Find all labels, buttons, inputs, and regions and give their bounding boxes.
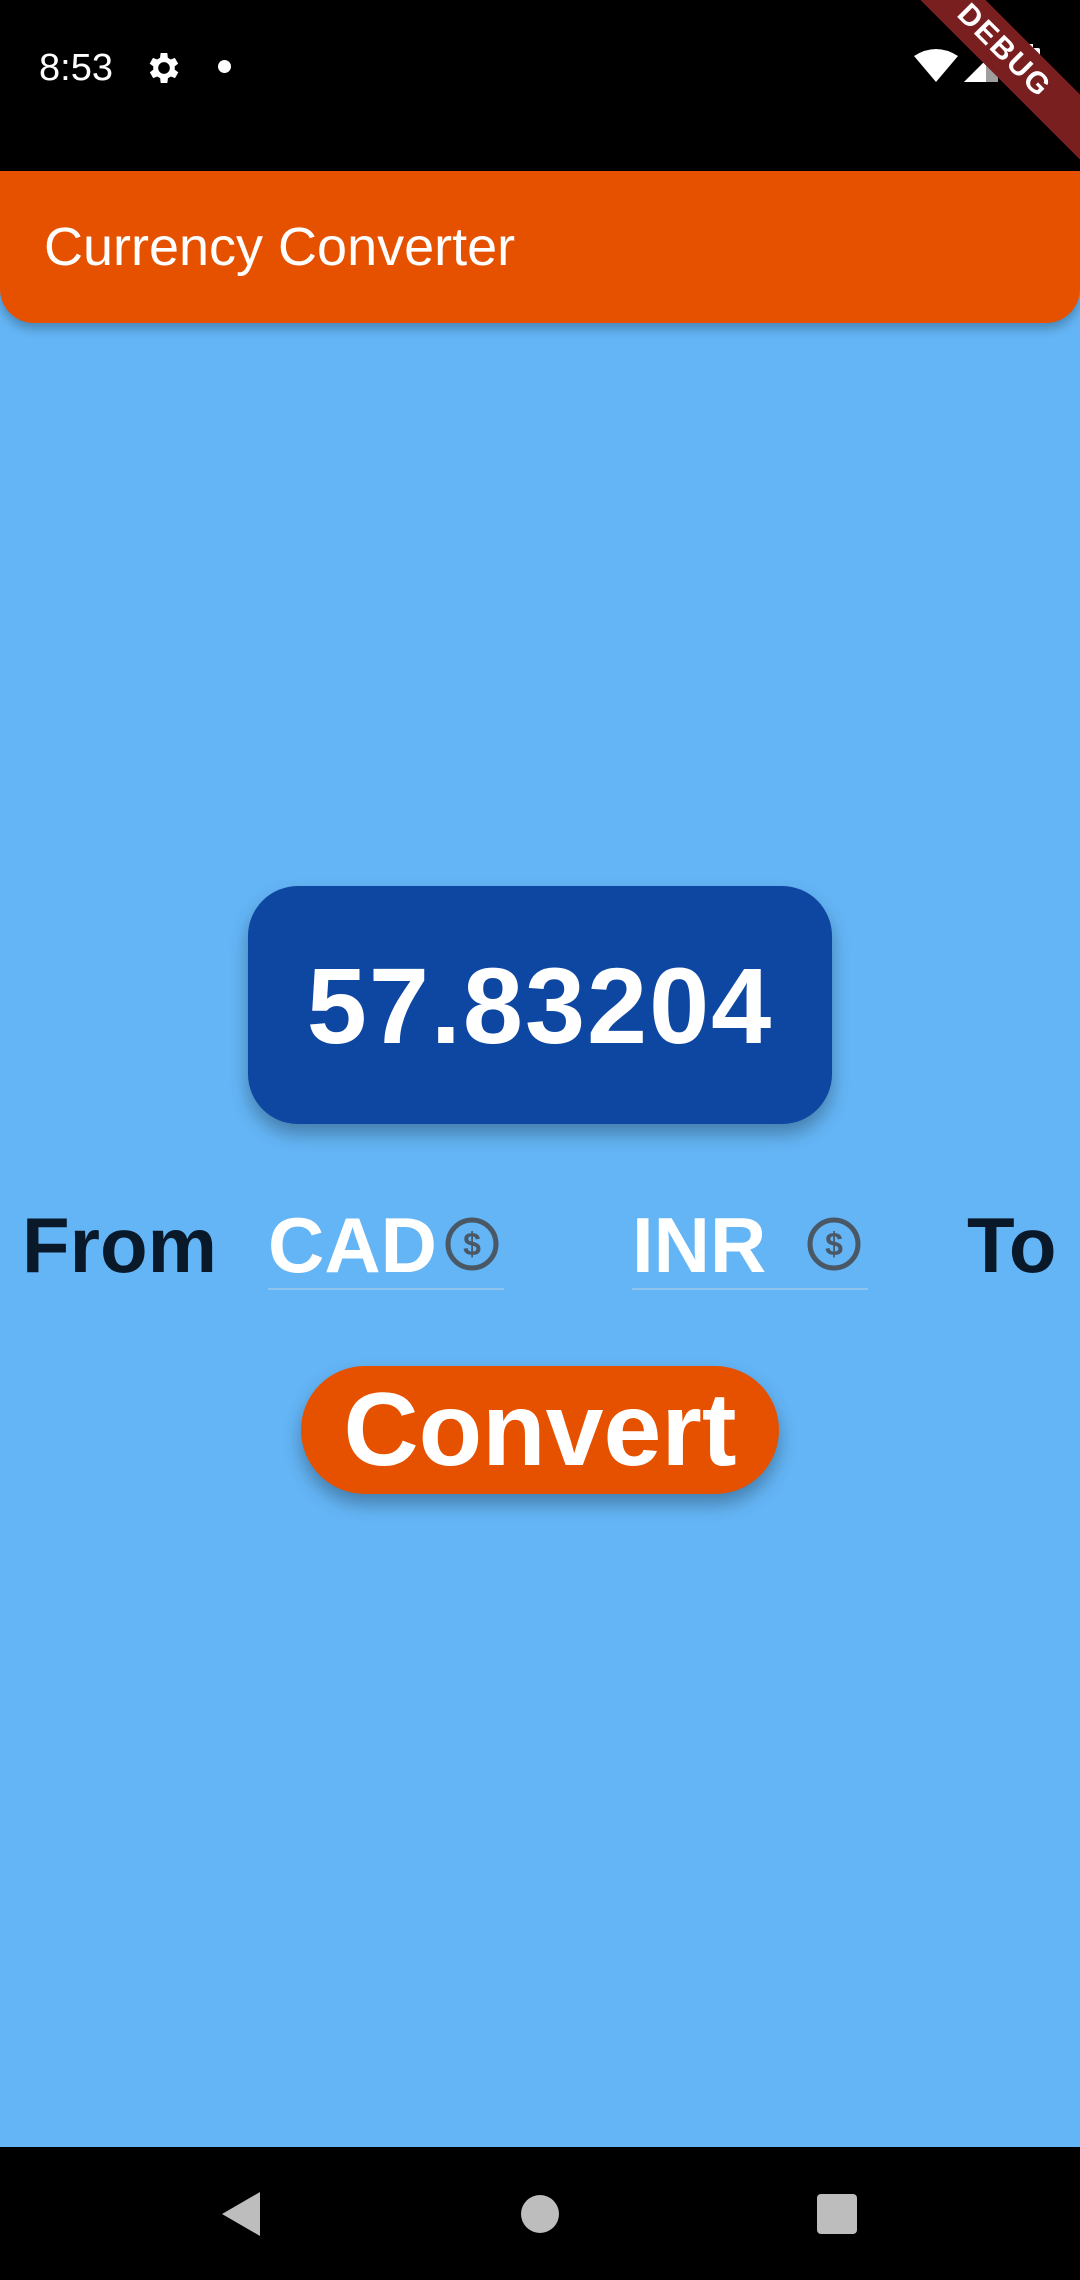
convert-button[interactable]: Convert [301,1366,779,1494]
to-currency-value: INR [632,1201,767,1289]
notification-dot-icon [218,60,231,73]
converted-value: 57.83204 [306,944,774,1066]
from-label: From [22,1201,217,1289]
to-currency-dropdown[interactable]: INR $ [632,1196,868,1290]
dollar-circle-icon: $ [445,1217,499,1271]
svg-text:$: $ [825,1226,843,1262]
home-icon[interactable] [521,2195,559,2233]
app-title: Currency Converter [44,217,516,277]
dollar-circle-icon: $ [807,1217,861,1271]
result-display: 57.83204 [248,886,832,1124]
from-currency-value: CAD [268,1201,437,1289]
to-label: To [967,1201,1057,1289]
back-icon[interactable] [218,2190,262,2238]
wifi-icon [914,49,958,82]
gear-icon [149,53,179,83]
recents-icon[interactable] [817,2194,857,2234]
status-time: 8:53 [39,47,113,89]
app-bar: Currency Converter [0,171,1080,323]
svg-text:$: $ [463,1226,481,1262]
status-bar: 8:53 [0,0,1080,171]
from-currency-dropdown[interactable]: CAD $ [268,1196,504,1290]
